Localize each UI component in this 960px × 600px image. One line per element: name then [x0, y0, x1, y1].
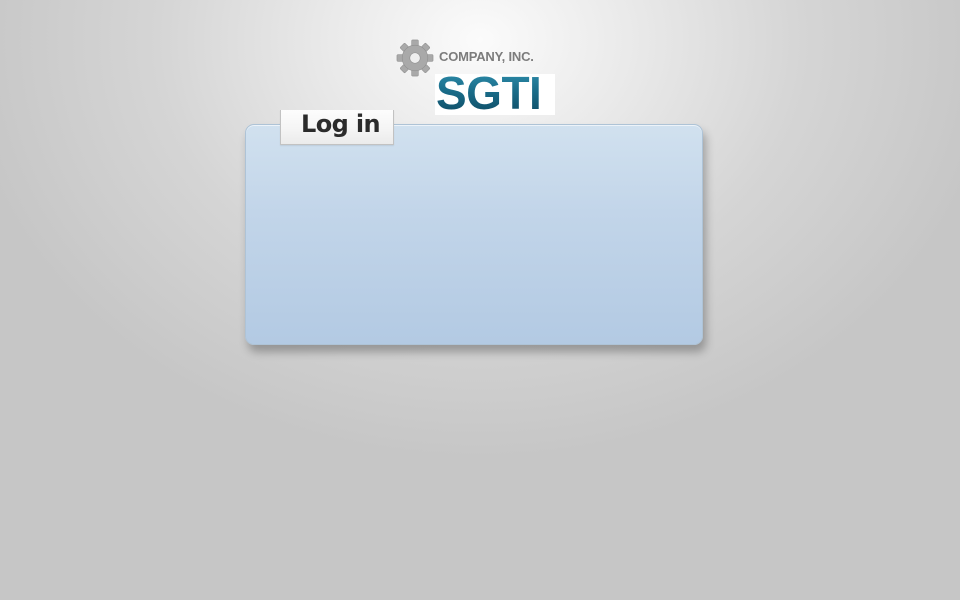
login-title: Log in [301, 110, 381, 138]
company-name: COMPANY, INC. [439, 49, 534, 64]
brand-name: SGTI [436, 67, 542, 119]
company-logo: COMPANY, INC. SGTI [396, 38, 556, 119]
gear-icon [396, 39, 434, 77]
login-panel [245, 124, 703, 345]
